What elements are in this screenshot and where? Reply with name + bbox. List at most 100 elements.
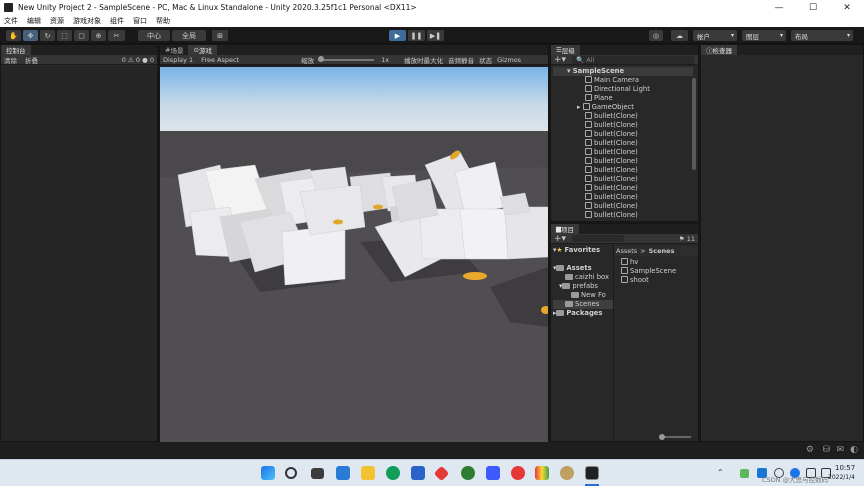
tray-app-icon[interactable] (740, 469, 749, 478)
assets-folder[interactable]: ▾ Assets (553, 264, 613, 273)
collab-icon[interactable]: ◎ (649, 30, 663, 41)
menu-component[interactable]: 组件 (110, 16, 124, 26)
app-diamond-icon[interactable] (433, 465, 450, 482)
search-icon[interactable] (285, 467, 297, 479)
store-icon[interactable] (411, 466, 425, 480)
step-button[interactable]: ▶❚ (427, 30, 444, 41)
hierarchy-item[interactable]: bullet(Clone) (553, 112, 693, 121)
custom-tool-icon[interactable]: ✂ (108, 30, 125, 41)
folder-item[interactable]: ▾ prefabs (553, 282, 613, 291)
menu-help[interactable]: 帮助 (156, 16, 170, 26)
log-count-toggles[interactable]: 0 ⚠ 0 ● 0 (122, 56, 154, 64)
tab-scene[interactable]: # 场景 (160, 45, 188, 55)
hierarchy-search-input[interactable]: 🔍 All (572, 55, 694, 64)
widgets-icon[interactable] (336, 466, 350, 480)
progress-icon[interactable]: ◐ (850, 445, 858, 455)
cache-server-icon[interactable]: ⛁ (822, 445, 830, 455)
task-view-icon[interactable] (311, 468, 324, 479)
hierarchy-scrollbar[interactable] (692, 78, 696, 170)
add-object-button[interactable]: +▾ (554, 55, 566, 65)
maximize-on-play-toggle[interactable]: 播放时最大化 (404, 55, 443, 65)
hierarchy-item[interactable]: bullet(Clone) (553, 211, 693, 220)
hierarchy-item[interactable]: bullet(Clone) (553, 157, 693, 166)
tab-console[interactable]: 控制台 (1, 45, 31, 55)
breadcrumb-assets[interactable]: Assets (616, 247, 637, 255)
tab-inspector[interactable]: ⓘ 检查器 (701, 45, 737, 55)
folder-item-selected[interactable]: Scenes (553, 300, 613, 309)
project-search-input[interactable] (572, 235, 625, 242)
clear-button[interactable]: 清除 (4, 55, 17, 65)
display-dropdown[interactable]: Display 1 (163, 56, 193, 64)
menu-assets[interactable]: 资源 (50, 16, 64, 26)
hierarchy-item[interactable]: bullet(Clone) (553, 184, 693, 193)
create-asset-button[interactable]: +▾ (554, 234, 566, 244)
maximize-button[interactable]: ☐ (796, 3, 830, 13)
netease-music-icon[interactable] (511, 466, 525, 480)
rotate-tool-icon[interactable]: ↻ (40, 30, 55, 41)
scale-tool-icon[interactable]: ⬚ (57, 30, 72, 41)
play-button[interactable]: ▶ (389, 30, 406, 41)
hierarchy-item[interactable]: bullet(Clone) (553, 175, 693, 184)
hierarchy-item[interactable]: bullet(Clone) (553, 193, 693, 202)
breadcrumb-scenes[interactable]: Scenes (649, 247, 675, 255)
app-grid-icon[interactable] (535, 466, 549, 480)
bug-report-icon[interactable]: ✉ (836, 445, 844, 455)
icon-size-slider[interactable] (659, 434, 691, 440)
tab-game[interactable]: ⊙ 游戏 (188, 45, 217, 55)
hierarchy-item[interactable]: Plane (553, 94, 693, 103)
unity-taskbar-icon[interactable] (585, 466, 599, 480)
folder-item[interactable]: New Fo (553, 291, 613, 300)
layers-dropdown[interactable]: 图层 (742, 30, 786, 41)
account-dropdown[interactable]: 帐户 (693, 30, 737, 41)
menu-edit[interactable]: 编辑 (27, 16, 41, 26)
gizmos-dropdown[interactable]: Gizmos (497, 56, 521, 64)
file-item[interactable]: shoot (621, 276, 696, 285)
favorites-item[interactable]: ▾★ Favorites (553, 246, 613, 255)
clock-time[interactable]: 10:57 (835, 464, 855, 472)
menu-file[interactable]: 文件 (4, 16, 18, 26)
snap-icon[interactable]: ⊞ (212, 30, 228, 41)
edge-icon[interactable] (386, 466, 400, 480)
chrome-icon[interactable] (461, 466, 475, 480)
transform-tool-icon[interactable]: ⊕ (91, 30, 106, 41)
minimize-button[interactable]: — (762, 3, 796, 13)
space-toggle[interactable]: 全局 (172, 30, 206, 41)
hierarchy-item[interactable]: Directional Light (553, 85, 693, 94)
hierarchy-item[interactable]: Main Camera (553, 76, 693, 85)
hierarchy-item[interactable]: bullet(Clone) (553, 121, 693, 130)
close-button[interactable]: ✕ (830, 3, 864, 13)
hierarchy-item[interactable]: bullet(Clone) (553, 166, 693, 175)
file-explorer-icon[interactable] (361, 466, 375, 480)
hierarchy-item[interactable]: ▸ GameObject (553, 103, 693, 112)
hierarchy-item[interactable]: bullet(Clone) (553, 130, 693, 139)
aspect-dropdown[interactable]: Free Aspect (201, 56, 239, 64)
clock-date[interactable]: 2022/1/4 (828, 474, 855, 481)
cloud-icon[interactable]: ☁ (671, 30, 688, 41)
menu-gameobject[interactable]: 游戏对象 (73, 16, 101, 26)
hierarchy-item[interactable]: bullet(Clone) (553, 202, 693, 211)
windows-start-icon[interactable] (261, 466, 275, 480)
app-blue-icon[interactable] (486, 466, 500, 480)
pause-button[interactable]: ❚❚ (408, 30, 425, 41)
file-item[interactable]: hv (621, 258, 696, 267)
mute-audio-toggle[interactable]: 音频静音 (448, 55, 474, 65)
hierarchy-item[interactable]: bullet(Clone) (553, 148, 693, 157)
tab-project[interactable]: ▆ 项目 (551, 224, 579, 234)
menu-window[interactable]: 窗口 (133, 16, 147, 26)
hand-tool-icon[interactable]: ✋ (6, 30, 21, 41)
packages-folder[interactable]: ▸ Packages (553, 309, 613, 318)
hierarchy-item[interactable]: bullet(Clone) (553, 139, 693, 148)
folder-item[interactable]: caizhi box (553, 273, 613, 282)
rect-tool-icon[interactable]: ▢ (74, 30, 89, 41)
stats-toggle[interactable]: 状态 (479, 55, 492, 65)
scene-root-item[interactable]: ▾ SampleScene (553, 67, 693, 76)
file-item[interactable]: SampleScene (621, 267, 696, 276)
tab-hierarchy[interactable]: ☰ 层级 (551, 45, 580, 55)
console-log-area[interactable] (1, 66, 157, 441)
auto-generate-lighting-icon[interactable]: ⚙ (806, 445, 814, 455)
game-render-view[interactable] (160, 67, 548, 443)
move-tool-icon[interactable]: ✥ (23, 30, 38, 41)
scale-slider[interactable] (318, 55, 375, 62)
chevron-up-icon[interactable]: ⌃ (717, 468, 724, 477)
hidden-packages-toggle[interactable]: ⚑ 11 (679, 235, 695, 243)
